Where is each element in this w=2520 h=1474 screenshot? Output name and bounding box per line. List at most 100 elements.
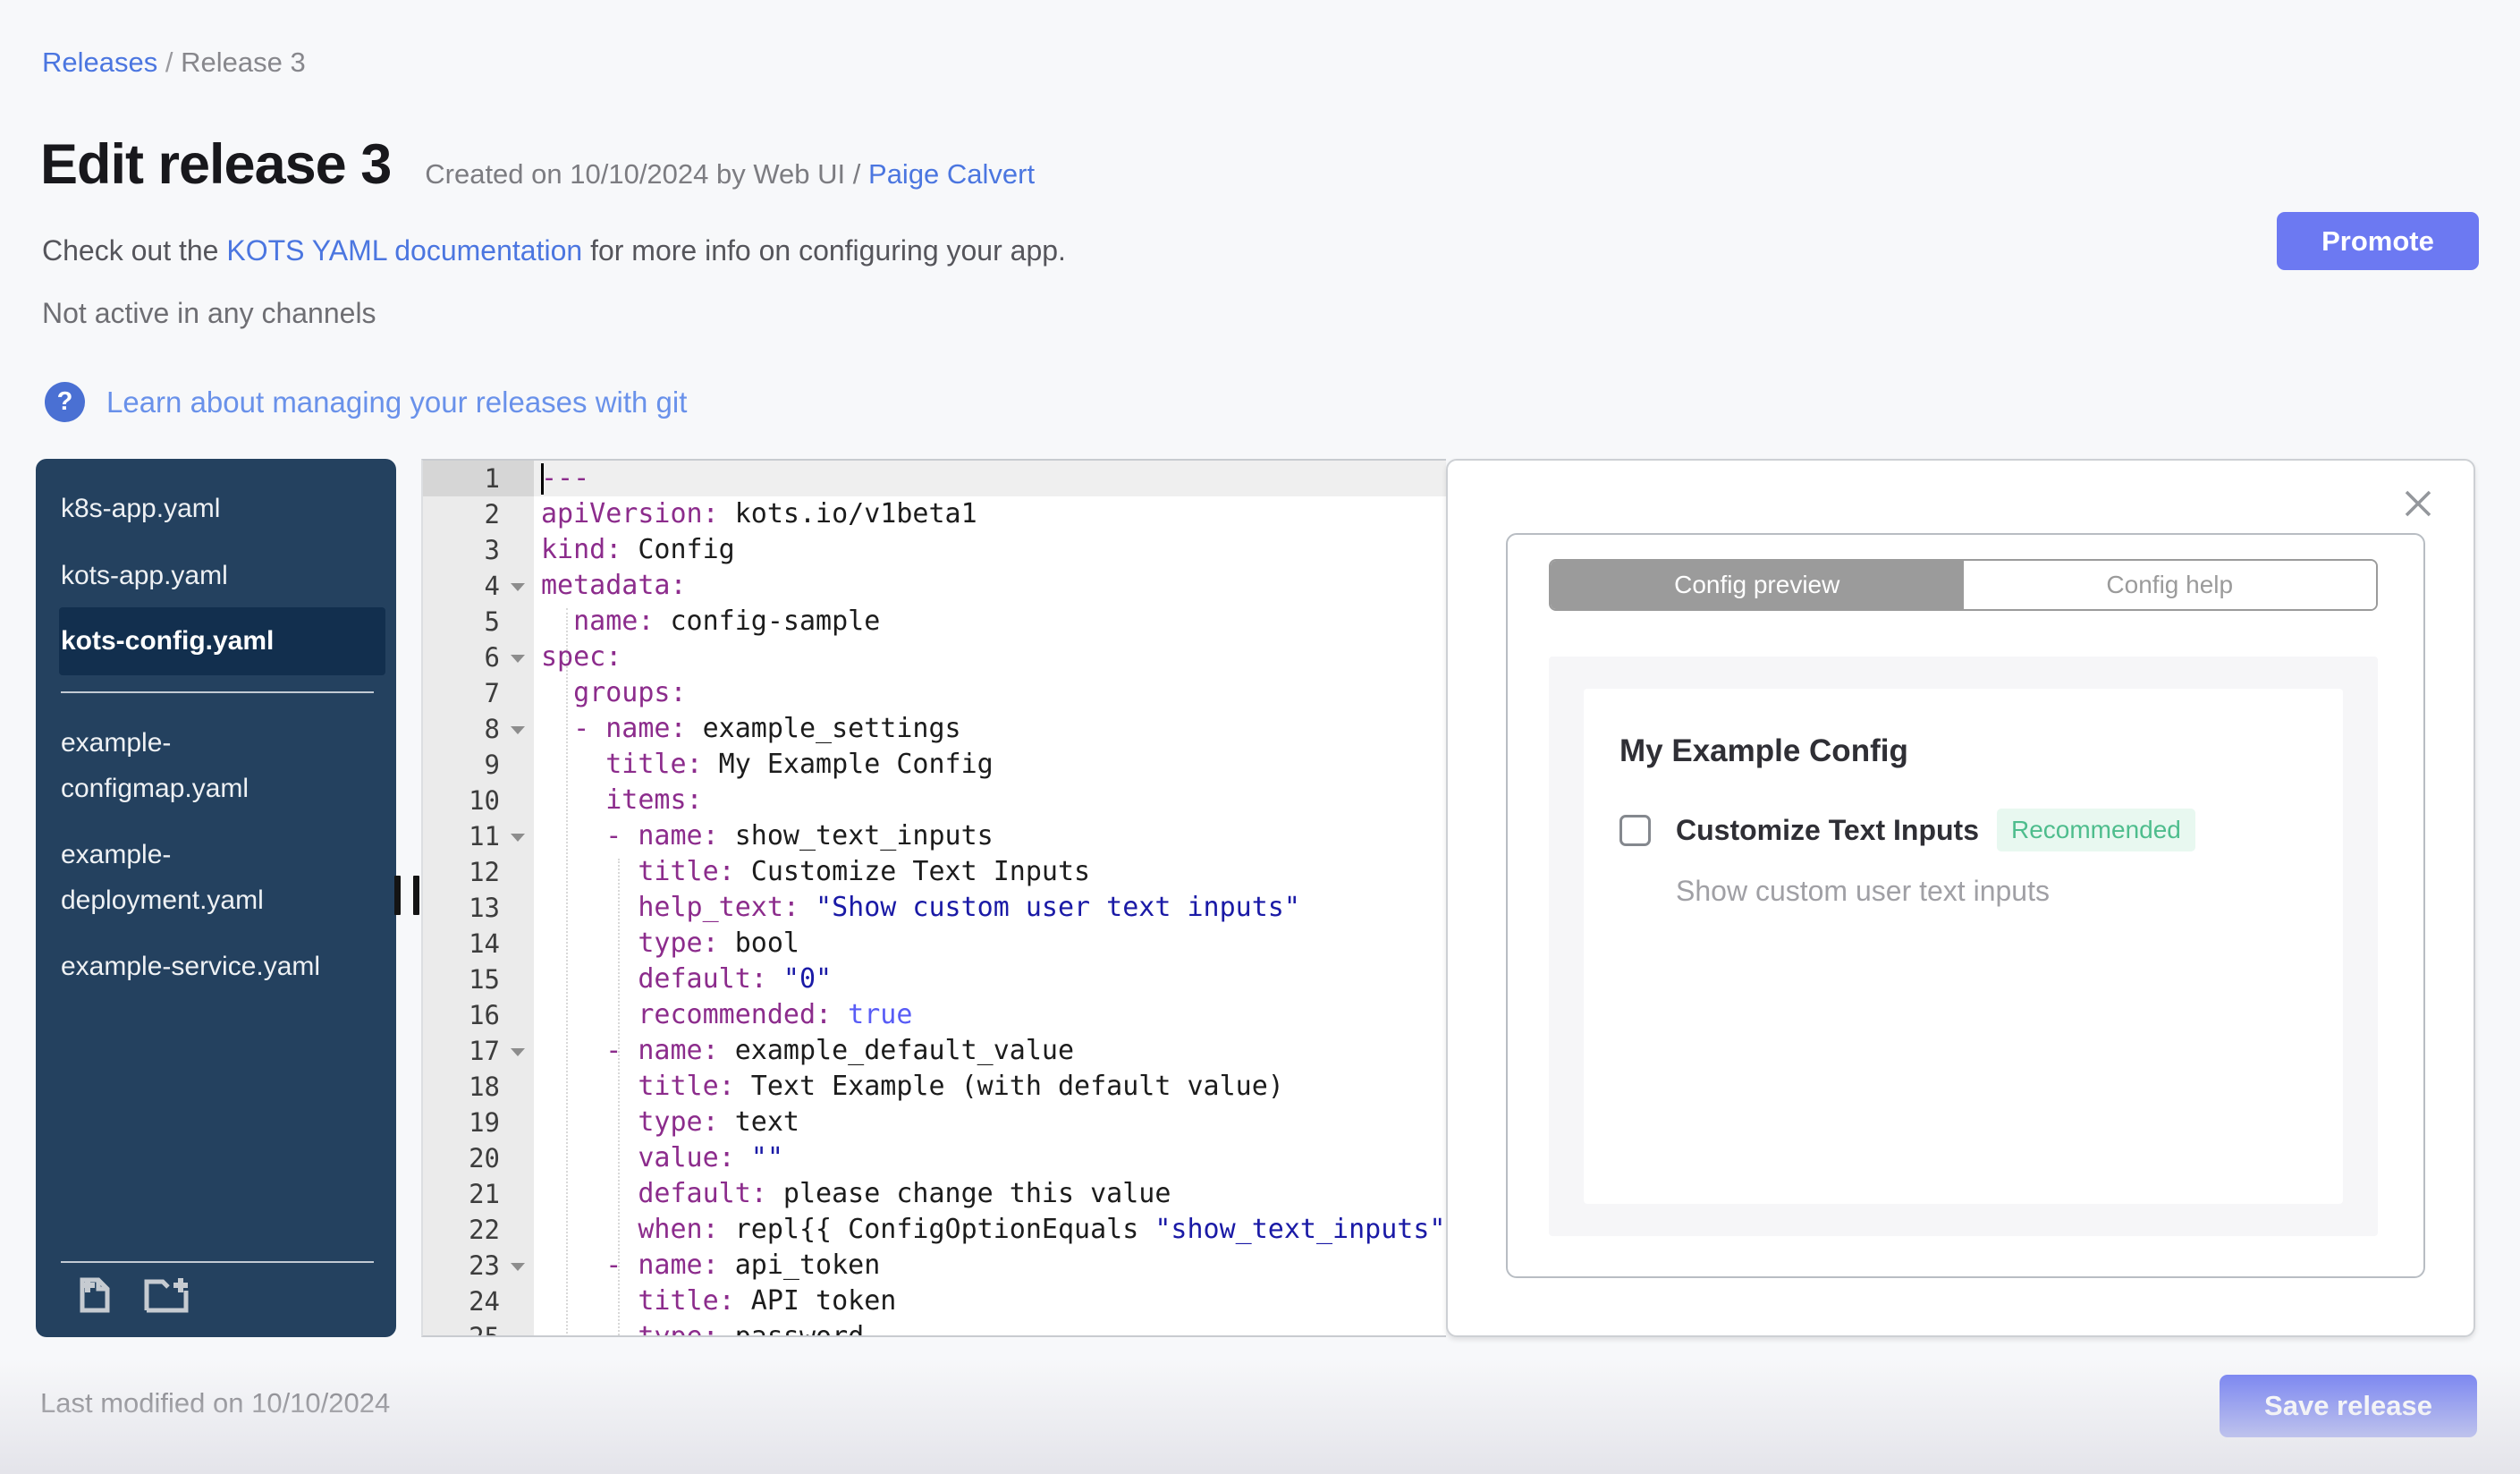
code-line-20: 20 value: "" bbox=[423, 1140, 1446, 1176]
text-cursor bbox=[541, 463, 544, 495]
new-file-icon[interactable] bbox=[70, 1271, 116, 1317]
close-icon[interactable] bbox=[2400, 486, 2436, 521]
line-number: 1 bbox=[423, 461, 534, 496]
line-number: 24 bbox=[469, 1286, 500, 1317]
code-line-15: 15 default: "0" bbox=[423, 961, 1446, 997]
line-number: 9 bbox=[484, 750, 500, 780]
line-number: 21 bbox=[469, 1179, 500, 1209]
line-number: 4 bbox=[423, 568, 534, 604]
code-line-25: 25 type: password bbox=[423, 1319, 1446, 1337]
fold-arrow-icon[interactable] bbox=[511, 834, 525, 842]
line-number: 15 bbox=[469, 964, 500, 995]
code-rows: 1 --- 2 apiVersion: kots.io/v1beta1 3 kind: C… bbox=[423, 461, 1446, 1337]
sidebar-item-example-service.yaml[interactable]: example-service.yaml bbox=[61, 944, 329, 989]
breadcrumb: Releases / Release 3 bbox=[42, 47, 306, 79]
line-number: 11 bbox=[423, 818, 534, 854]
line-number: 23 bbox=[423, 1248, 534, 1283]
code-line-2: 2 apiVersion: kots.io/v1beta1 bbox=[423, 496, 1446, 532]
recommended-badge: Recommended bbox=[1996, 809, 2195, 851]
code-line-16: 16 recommended: true bbox=[423, 997, 1446, 1033]
breadcrumb-separator: / bbox=[165, 47, 173, 78]
sidebar-resize-handle-bar[interactable] bbox=[413, 876, 419, 915]
line-number: 13 bbox=[469, 893, 500, 923]
code-line-4: 4 metadata: bbox=[423, 568, 1446, 604]
config-preview-card: My Example Config Customize Text Inputs … bbox=[1584, 689, 2343, 1204]
sidebar-item-kots-config.yaml[interactable]: kots-config.yaml bbox=[59, 607, 385, 675]
git-help-row: ? Learn about managing your releases wit… bbox=[45, 382, 687, 422]
code-line-6: 6 spec: bbox=[423, 640, 1446, 675]
file-sidebar: k8s-app.yaml kots-app.yaml kots-config.yam… bbox=[36, 459, 396, 1337]
config-item-row: Customize Text Inputs Recommended bbox=[1619, 809, 2195, 851]
line-number: 6 bbox=[423, 640, 534, 675]
tab-config-help[interactable]: Config help bbox=[1963, 561, 2376, 609]
code-line-8: 8 - name: example_settings bbox=[423, 711, 1446, 747]
line-number: 17 bbox=[423, 1033, 534, 1069]
code-line-18: 18 title: Text Example (with default val… bbox=[423, 1069, 1446, 1105]
line-number: 25 bbox=[469, 1322, 500, 1337]
code-line-24: 24 title: API token bbox=[423, 1283, 1446, 1319]
sidebar-bottom-divider bbox=[61, 1261, 374, 1263]
sidebar-item-example-configmap.yaml[interactable]: example-configmap.yaml bbox=[61, 720, 329, 811]
fold-arrow-icon[interactable] bbox=[511, 1263, 525, 1271]
sidebar-resize-handle-bar[interactable] bbox=[394, 876, 401, 915]
sidebar-item-kots-app.yaml[interactable]: kots-app.yaml bbox=[61, 553, 329, 598]
line-number: 5 bbox=[484, 606, 500, 637]
sidebar-actions bbox=[70, 1271, 193, 1317]
fold-arrow-icon[interactable] bbox=[511, 655, 525, 663]
code-line-3: 3 kind: Config bbox=[423, 532, 1446, 568]
line-number: 20 bbox=[469, 1143, 500, 1173]
breadcrumb-current: Release 3 bbox=[181, 47, 306, 78]
code-line-23: 23 - name: api_token bbox=[423, 1248, 1446, 1283]
code-line-13: 13 help_text: "Show custom user text inp… bbox=[423, 890, 1446, 926]
author-link[interactable]: Paige Calvert bbox=[868, 158, 1035, 190]
code-line-19: 19 type: text bbox=[423, 1105, 1446, 1140]
config-item-label: Customize Text Inputs bbox=[1676, 813, 1979, 846]
line-number: 18 bbox=[469, 1072, 500, 1102]
code-line-9: 9 title: My Example Config bbox=[423, 747, 1446, 783]
line-number: 19 bbox=[469, 1107, 500, 1138]
config-group-title: My Example Config bbox=[1619, 733, 1908, 768]
code-line-12: 12 title: Customize Text Inputs bbox=[423, 854, 1446, 890]
config-item-help-text: Show custom user text inputs bbox=[1676, 875, 2050, 907]
tab-config-preview[interactable]: Config preview bbox=[1551, 561, 1964, 609]
edit-release-page: Releases / Release 3 Edit release 3 Creat… bbox=[0, 0, 2520, 1474]
save-release-button[interactable]: Save release bbox=[2220, 1375, 2477, 1437]
code-line-17: 17 - name: example_default_value bbox=[423, 1033, 1446, 1069]
code-line-1: 1 --- bbox=[423, 461, 1446, 496]
code-line-11: 11 - name: show_text_inputs bbox=[423, 818, 1446, 854]
channel-status: Not active in any channels bbox=[42, 297, 376, 329]
config-preview-box: Config preview Config help My Example Co… bbox=[1506, 533, 2425, 1278]
kots-yaml-doc-link[interactable]: KOTS YAML documentation bbox=[226, 234, 582, 267]
line-number: 7 bbox=[484, 678, 500, 708]
help-question-icon: ? bbox=[45, 382, 85, 422]
title-row: Edit release 3 Created on 10/10/2024 by W… bbox=[40, 132, 1035, 197]
line-number: 12 bbox=[469, 857, 500, 887]
code-line-5: 5 name: config-sample bbox=[423, 604, 1446, 640]
last-modified-text: Last modified on 10/10/2024 bbox=[40, 1387, 391, 1419]
line-number: 14 bbox=[469, 928, 500, 959]
git-releases-link[interactable]: Learn about managing your releases with … bbox=[106, 385, 687, 419]
fold-arrow-icon[interactable] bbox=[511, 583, 525, 591]
created-meta: Created on 10/10/2024 by Web UI / Paige … bbox=[425, 158, 1036, 190]
line-number: 16 bbox=[469, 1000, 500, 1030]
fold-arrow-icon[interactable] bbox=[511, 726, 525, 734]
code-line-7: 7 groups: bbox=[423, 675, 1446, 711]
promote-button[interactable]: Promote bbox=[2277, 212, 2479, 270]
line-number: 8 bbox=[423, 711, 534, 747]
yaml-code-editor[interactable]: 1 --- 2 apiVersion: kots.io/v1beta1 3 kind: C… bbox=[421, 459, 1446, 1337]
line-number: 3 bbox=[484, 535, 500, 565]
page-title: Edit release 3 bbox=[40, 133, 392, 196]
new-folder-icon[interactable] bbox=[141, 1271, 193, 1317]
line-number: 10 bbox=[469, 785, 500, 816]
config-tabs: Config preview Config help bbox=[1549, 559, 2378, 611]
sidebar-item-k8s-app.yaml[interactable]: k8s-app.yaml bbox=[61, 486, 329, 531]
breadcrumb-releases-link[interactable]: Releases bbox=[42, 47, 157, 78]
code-line-21: 21 default: please change this value bbox=[423, 1176, 1446, 1212]
code-line-10: 10 items: bbox=[423, 783, 1446, 818]
doc-hint: Check out the KOTS YAML documentation fo… bbox=[42, 234, 1066, 267]
fold-arrow-icon[interactable] bbox=[511, 1048, 525, 1056]
customize-text-inputs-checkbox[interactable] bbox=[1619, 814, 1651, 846]
sidebar-item-example-deployment.yaml[interactable]: example-deployment.yaml bbox=[61, 832, 329, 923]
sidebar-divider bbox=[61, 691, 374, 693]
line-number: 2 bbox=[484, 499, 500, 529]
